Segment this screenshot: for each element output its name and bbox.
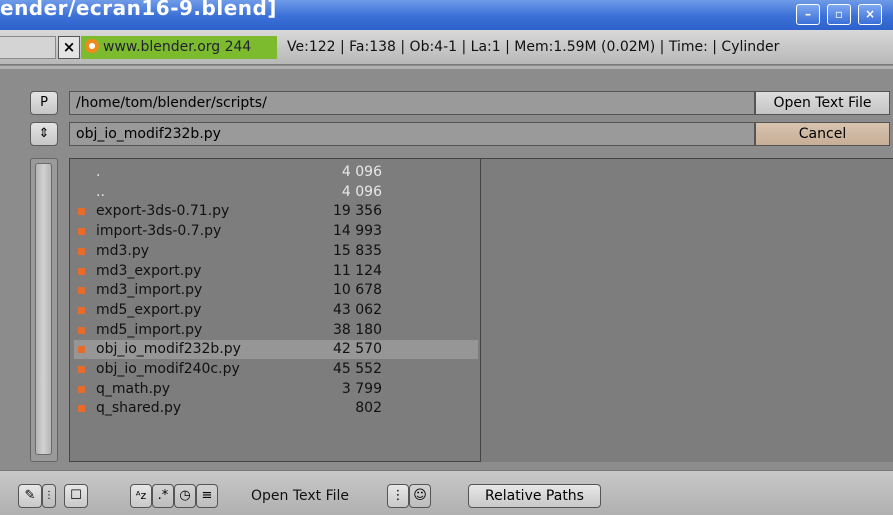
file-name: md5_import.py bbox=[96, 321, 203, 338]
close-icon[interactable]: × bbox=[58, 36, 80, 59]
file-marker-icon bbox=[78, 346, 85, 354]
show-details-icon[interactable]: ⋮ bbox=[387, 484, 409, 508]
file-list-secondary-pane bbox=[481, 158, 893, 462]
file-row[interactable]: md3_export.py 11 124 bbox=[74, 262, 478, 281]
file-name: .. bbox=[96, 183, 105, 200]
file-size: 43 062 bbox=[333, 301, 382, 318]
file-marker-icon bbox=[78, 385, 85, 393]
file-size: 19 356 bbox=[333, 203, 382, 220]
file-size: 10 678 bbox=[333, 282, 382, 299]
file-size: 14 993 bbox=[333, 223, 382, 240]
file-name: import-3ds-0.7.py bbox=[96, 223, 222, 240]
maximize-button[interactable]: ▫ bbox=[827, 4, 851, 25]
file-row[interactable]: md3.py 15 835 bbox=[74, 242, 478, 261]
sort-size-icon[interactable]: ≡ bbox=[196, 484, 218, 508]
file-size: 4 096 bbox=[341, 164, 382, 180]
file-size: 802 bbox=[355, 400, 382, 417]
file-name: md5_export.py bbox=[96, 301, 202, 318]
close-window-button[interactable]: × bbox=[858, 4, 882, 25]
browser-mode-label: Open Text File bbox=[251, 488, 350, 504]
relative-paths-toggle[interactable]: Relative Paths bbox=[468, 484, 601, 508]
file-row[interactable]: obj_io_modif240c.py 45 552 bbox=[74, 360, 478, 379]
file-browser-toolbar: ✎ ⋮ ☐ ᴬz .* ◷ ≡ Open Text File ⋮ ☺ Relat… bbox=[0, 470, 893, 515]
cancel-button[interactable]: Cancel bbox=[755, 122, 890, 146]
file-size: 42 570 bbox=[333, 341, 382, 358]
file-size: 45 552 bbox=[333, 361, 382, 377]
file-row[interactable]: md5_export.py 43 062 bbox=[74, 301, 478, 320]
file-size: 3 799 bbox=[341, 380, 382, 397]
open-text-file-button[interactable]: Open Text File bbox=[755, 91, 890, 115]
filename-input[interactable]: obj_io_modif232b.py bbox=[69, 122, 755, 146]
header-menu-area[interactable] bbox=[0, 36, 56, 59]
file-marker-icon bbox=[78, 208, 85, 216]
file-name: obj_io_modif232b.py bbox=[96, 341, 241, 358]
fullscreen-icon[interactable]: ☐ bbox=[64, 484, 88, 508]
directory-row[interactable]: .. 4 096 bbox=[74, 183, 478, 202]
file-name: q_math.py bbox=[96, 380, 171, 397]
file-marker-icon bbox=[78, 326, 85, 334]
file-marker-icon bbox=[78, 247, 85, 255]
window-title: ender/ecran16-9.blend] bbox=[0, 0, 277, 20]
site-label: www.blender.org 244 bbox=[103, 39, 252, 55]
file-row[interactable]: md5_import.py 38 180 bbox=[74, 321, 478, 340]
file-row[interactable]: import-3ds-0.7.py 14 993 bbox=[74, 222, 478, 241]
file-size: 38 180 bbox=[333, 321, 382, 338]
file-list-scrollbar[interactable] bbox=[30, 158, 58, 462]
hide-dot-files-icon[interactable]: ☺ bbox=[409, 484, 431, 508]
file-marker-icon bbox=[78, 306, 85, 314]
file-row[interactable]: md3_import.py 10 678 bbox=[74, 281, 478, 300]
sort-time-icon[interactable]: ◷ bbox=[174, 484, 196, 508]
file-marker-icon bbox=[78, 287, 85, 295]
file-marker-icon bbox=[78, 228, 85, 236]
scrollbar-thumb[interactable] bbox=[35, 163, 52, 455]
blender-site-badge[interactable]: www.blender.org 244 bbox=[81, 36, 277, 59]
directory-path-input[interactable]: /home/tom/blender/scripts/ bbox=[69, 91, 755, 115]
directory-row[interactable]: . 4 096 bbox=[74, 163, 478, 182]
editor-type-icon[interactable]: ✎ bbox=[18, 484, 42, 508]
file-name: q_shared.py bbox=[96, 400, 182, 417]
directory-menu-button[interactable]: ⇕ bbox=[30, 122, 58, 146]
file-name: md3_import.py bbox=[96, 282, 203, 299]
blender-logo-icon bbox=[85, 39, 99, 53]
sort-alpha-icon[interactable]: ᴬz bbox=[130, 484, 152, 508]
file-row[interactable]: q_math.py 3 799 bbox=[74, 380, 478, 399]
file-list: . 4 096.. 4 096 export-3ds-0.71.py 19 356 imp… bbox=[69, 158, 481, 462]
divider bbox=[0, 66, 893, 69]
file-row[interactable]: export-3ds-0.71.py 19 356 bbox=[74, 202, 478, 221]
file-name: md3_export.py bbox=[96, 262, 202, 279]
file-name: . bbox=[96, 164, 101, 180]
file-size: 15 835 bbox=[333, 242, 382, 259]
file-size: 11 124 bbox=[333, 262, 382, 279]
editor-type-dropdown[interactable]: ⋮ bbox=[42, 484, 56, 508]
file-row[interactable]: q_shared.py 802 bbox=[74, 399, 478, 418]
file-row[interactable]: obj_io_modif232b.py 42 570 bbox=[74, 340, 478, 360]
sort-extension-icon[interactable]: .* bbox=[152, 484, 174, 508]
parent-directory-button[interactable]: P bbox=[30, 91, 58, 115]
file-name: export-3ds-0.71.py bbox=[96, 203, 230, 220]
file-marker-icon bbox=[78, 267, 85, 275]
file-name: md3.py bbox=[96, 242, 150, 259]
info-header: × www.blender.org 244 Ve:122 | Fa:138 | … bbox=[0, 30, 893, 65]
minimize-button[interactable]: – bbox=[796, 4, 820, 25]
file-name: obj_io_modif240c.py bbox=[96, 361, 240, 377]
file-marker-icon bbox=[78, 405, 85, 413]
file-size: 4 096 bbox=[341, 183, 382, 200]
file-marker-icon bbox=[78, 366, 85, 373]
window-titlebar: ender/ecran16-9.blend] – ▫ × bbox=[0, 0, 893, 30]
scene-stats: Ve:122 | Fa:138 | Ob:4-1 | La:1 | Mem:1.… bbox=[287, 39, 780, 55]
